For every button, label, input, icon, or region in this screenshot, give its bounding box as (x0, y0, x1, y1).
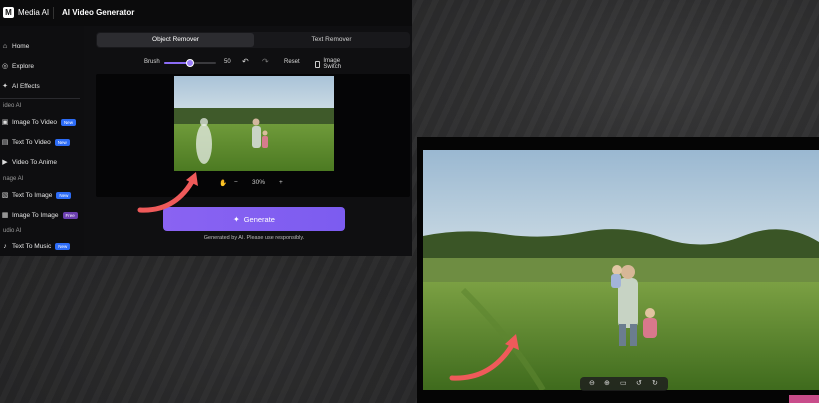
sidebar-divider (0, 98, 80, 99)
sidebar-item-explore[interactable]: ◎ Explore (0, 59, 34, 73)
zoom-in-icon[interactable]: ⊕ (604, 379, 610, 387)
header-divider (53, 7, 54, 19)
compass-icon: ◎ (1, 63, 9, 70)
zoom-out-button[interactable]: − (234, 179, 238, 186)
ai-disclaimer: Generated by AI. Please use responsibly. (203, 235, 305, 241)
image-switch-button[interactable]: Image Switch (315, 58, 344, 70)
main-panel: Object Remover Text Remover Brush 50 ↶ ↷… (84, 26, 412, 256)
free-badge: Free (62, 211, 78, 219)
sidebar-item-video-to-anime[interactable]: ▶ Video To Anime (0, 155, 57, 169)
text-image-icon: ▧ (1, 192, 9, 199)
sidebar-item-label: Text To Music (12, 242, 52, 250)
image-switch-label: Image Switch (323, 58, 342, 70)
brush-label: Brush (144, 59, 160, 65)
fit-screen-icon[interactable]: ▭ (620, 379, 627, 387)
music-icon: ♪ (3, 242, 7, 250)
zoom-in-button[interactable]: + (279, 179, 283, 186)
zoom-controls: ✋ − 30% + (217, 178, 297, 190)
top-bar: M Media AI AI Video Generator (0, 0, 412, 27)
brush-slider-handle[interactable] (186, 59, 194, 67)
sidebar-item-image-to-image[interactable]: ▦ Image To Image Free (0, 208, 78, 222)
sidebar-item-label: Video To Anime (12, 158, 57, 166)
sparkle-icon: ✦ (2, 83, 8, 90)
page-title: AI Video Generator (62, 8, 135, 17)
generate-label: Generate (243, 214, 275, 224)
sparkle-icon: ✦ (233, 214, 240, 224)
tab-object-remover[interactable]: Object Remover (97, 33, 254, 47)
zoom-level: 30% (252, 179, 266, 186)
sidebar-item-label: Image To Video (12, 118, 57, 126)
sidebar-item-ai-effects[interactable]: ✦ AI Effects (0, 79, 40, 93)
app-window: M Media AI AI Video Generator ⌂ Home ◎ E… (0, 0, 412, 256)
corner-watermark (789, 395, 819, 403)
undo-icon[interactable]: ↶ (242, 57, 249, 66)
section-title-audio-ai: udio AI (3, 228, 22, 234)
arrow-annotation-left (137, 172, 198, 213)
home-icon: ⌂ (2, 42, 8, 50)
section-title-image-ai: nage AI (3, 176, 24, 182)
anime-icon: ▶ (2, 159, 8, 166)
sidebar-item-label: Home (12, 42, 30, 50)
sidebar-item-label: Text To Video (12, 138, 51, 146)
text-video-icon: ▤ (1, 139, 9, 146)
reset-button[interactable]: Reset (284, 59, 300, 65)
sidebar-item-label: AI Effects (12, 82, 40, 90)
image-video-icon: ▣ (1, 119, 9, 126)
mode-tabs: Object Remover Text Remover (96, 32, 410, 48)
sidebar-item-home[interactable]: ⌂ Home (0, 39, 29, 53)
sidebar-item-label: Image To Image (12, 211, 59, 219)
redo-icon[interactable]: ↷ (262, 57, 269, 66)
hand-icon[interactable]: ✋ (219, 179, 227, 187)
sidebar-item-label: Explore (12, 62, 35, 70)
brand-name: Media AI (18, 8, 50, 17)
new-badge: New (60, 118, 76, 126)
logo-icon: M (3, 7, 14, 18)
brush-value: 50 (224, 59, 231, 65)
image-icon (315, 60, 321, 68)
new-badge: New (55, 242, 71, 250)
sidebar-item-text-to-video[interactable]: ▤ Text To Video New (0, 135, 70, 149)
rotate-left-icon[interactable]: ↺ (636, 379, 642, 387)
rotate-right-icon[interactable]: ↻ (652, 379, 658, 387)
section-title-video-ai: ideo AI (3, 103, 22, 109)
brush-slider[interactable] (164, 59, 216, 67)
arrow-annotation-right (449, 334, 519, 381)
new-badge: New (54, 138, 70, 146)
sidebar-item-label: Text To Image (12, 191, 53, 199)
sidebar: ⌂ Home ◎ Explore ✦ AI Effects ideo AI ▣ … (0, 26, 84, 256)
new-badge: New (56, 191, 72, 199)
sidebar-item-image-to-video[interactable]: ▣ Image To Video New (0, 115, 76, 129)
sidebar-item-text-to-music[interactable]: ♪ Text To Music New (0, 239, 71, 253)
preview-controls: ⊖ ⊕ ▭ ↺ ↻ (580, 377, 668, 391)
image-image-icon: ▦ (1, 212, 9, 219)
zoom-out-icon[interactable]: ⊖ (589, 379, 595, 387)
field-photo-small (174, 76, 334, 171)
edited-photo (174, 76, 334, 171)
sidebar-item-text-to-image[interactable]: ▧ Text To Image New (0, 188, 72, 202)
tab-text-remover[interactable]: Text Remover (254, 33, 409, 47)
